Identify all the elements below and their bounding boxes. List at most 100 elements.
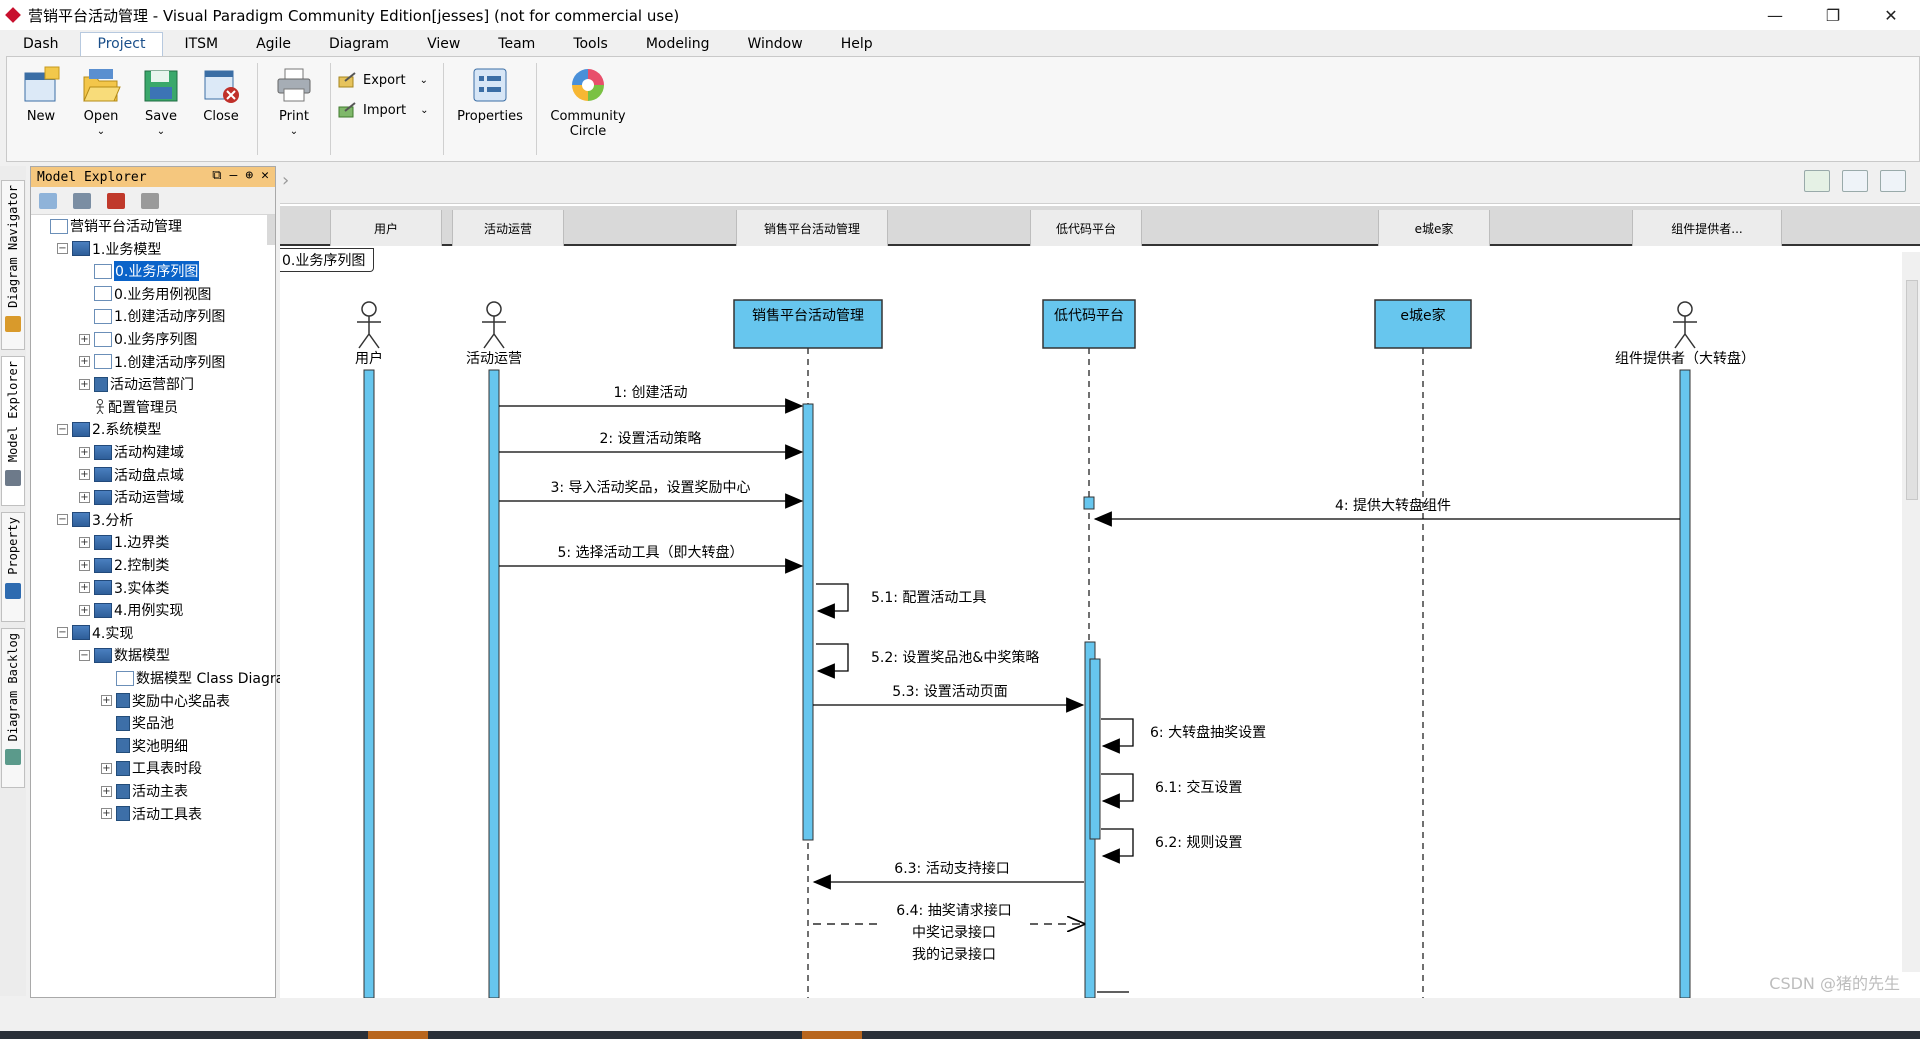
close-window-button[interactable]: ✕	[1862, 0, 1920, 30]
collapse-toggle-icon[interactable]: −	[57, 514, 68, 526]
tree-node[interactable]: + 活动运营部门	[79, 373, 194, 395]
menu-project[interactable]: Project	[79, 32, 164, 56]
expand-toggle-icon[interactable]: +	[79, 604, 90, 616]
pin-panel-icon[interactable]: ⊕	[245, 168, 253, 183]
import-button[interactable]: Import ⌄	[337, 95, 437, 125]
tree-node[interactable]: 奖品池	[101, 712, 174, 734]
menu-view[interactable]: View	[410, 33, 477, 56]
sequence-diagram: 用户 活动运营 组件提供者（大转盘） 销售平台活动管理 低代码平台 e城e家 1: 创建活动…	[355, 299, 1755, 998]
expand-toggle-icon[interactable]: +	[79, 559, 90, 571]
expand-toggle-icon[interactable]: +	[79, 333, 90, 345]
close-project-button[interactable]: Close	[191, 57, 251, 161]
filter-icon[interactable]	[141, 192, 159, 209]
tree-node[interactable]: + 活动主表	[101, 780, 188, 802]
collapse-toggle-icon[interactable]: −	[57, 423, 68, 435]
tree-node[interactable]: +0.业务序列图	[79, 328, 197, 350]
diagram-vertical-scrollbar[interactable]	[1902, 252, 1920, 972]
tree-node[interactable]: − 1.业务模型	[57, 238, 161, 260]
expand-toggle-icon[interactable]: +	[79, 378, 90, 390]
menu-itsm[interactable]: ITSM	[167, 33, 235, 56]
tree-node[interactable]: +4.用例实现	[79, 599, 183, 621]
package-icon	[94, 467, 112, 483]
collapse-toggle-icon[interactable]: −	[57, 627, 68, 639]
tree-node[interactable]: + 活动盘点域	[79, 464, 184, 486]
maximize-button[interactable]: ❐	[1804, 0, 1862, 30]
tree-node[interactable]: + 奖励中心奖品表	[101, 690, 230, 712]
tree-node[interactable]: − 4.实现	[57, 622, 133, 644]
export-button[interactable]: Export ⌄	[337, 65, 437, 95]
collapse-toggle-icon[interactable]: −	[57, 243, 68, 255]
tree-node[interactable]: 配置管理员	[79, 396, 178, 418]
tree-node[interactable]: 1.创建活动序列图	[79, 305, 225, 327]
tree-node[interactable]: + 活动构建域	[79, 441, 184, 463]
expand-toggle-icon[interactable]: +	[101, 695, 112, 707]
explorer-scrollbar[interactable]	[267, 215, 275, 245]
menu-diagram[interactable]: Diagram	[312, 33, 406, 56]
save-button[interactable]: Save ⌄	[131, 57, 191, 161]
tab-property[interactable]: Property	[1, 512, 25, 622]
expand-toggle-icon[interactable]: +	[79, 536, 90, 548]
close-panel-icon[interactable]: ✕	[261, 168, 269, 183]
expand-toggle-icon[interactable]: +	[101, 785, 112, 797]
menu-dash[interactable]: Dash	[6, 33, 76, 56]
tree-node[interactable]: +1.边界类	[79, 531, 169, 553]
export-dropdown-icon[interactable]: ⌄	[420, 75, 428, 86]
menu-tools[interactable]: Tools	[556, 33, 625, 56]
tree-node[interactable]: − 2.系统模型	[57, 418, 161, 440]
new-model-icon[interactable]	[39, 192, 57, 209]
menu-agile[interactable]: Agile	[239, 33, 308, 56]
float-panel-icon[interactable]: ⧉	[212, 168, 221, 183]
explorer-toolbar	[31, 187, 275, 215]
menu-modeling[interactable]: Modeling	[629, 33, 727, 56]
collapse-toggle-icon[interactable]: −	[79, 649, 90, 661]
tree-node[interactable]: − 3.分析	[57, 509, 133, 531]
tree-node[interactable]: 奖池明细	[101, 735, 188, 757]
expand-toggle-icon[interactable]: +	[79, 582, 90, 594]
expand-toggle-icon[interactable]: +	[79, 446, 90, 458]
new-button[interactable]: New	[11, 57, 71, 161]
minimize-button[interactable]: —	[1746, 0, 1804, 30]
menu-help[interactable]: Help	[824, 33, 890, 56]
taskbar-item[interactable]	[802, 1031, 862, 1039]
expand-toggle-icon[interactable]: +	[79, 469, 90, 481]
open-dropdown-icon[interactable]: ⌄	[97, 126, 105, 137]
message-2-label: 2: 设置活动策略	[599, 430, 701, 447]
expand-toggle-icon[interactable]: +	[79, 356, 90, 368]
message-6-2-arrow	[1101, 828, 1134, 864]
tree-node[interactable]: + 工具表时段	[101, 757, 202, 779]
tree-node[interactable]: +1.创建活动序列图	[79, 351, 225, 373]
tree-node[interactable]: 营销平台活动管理	[35, 215, 182, 237]
view-options-icon[interactable]	[73, 192, 91, 209]
properties-button[interactable]: Properties	[450, 57, 530, 161]
tree-node[interactable]: 0.业务用例视图	[79, 283, 211, 305]
tab-model-explorer[interactable]: Model Explorer	[1, 356, 25, 506]
minimize-panel-icon[interactable]: –	[230, 168, 238, 183]
class-icon	[116, 693, 130, 709]
print-dropdown-icon[interactable]: ⌄	[290, 126, 298, 137]
tree-node[interactable]: + 活动运营域	[79, 486, 184, 508]
scrollbar-thumb[interactable]	[1906, 280, 1918, 500]
tree-node[interactable]: 数据模型 Class Diagram	[101, 667, 298, 689]
tree-node[interactable]: +2.控制类	[79, 554, 169, 576]
expand-toggle-icon[interactable]: +	[101, 762, 112, 774]
tab-diagram-backlog[interactable]: Diagram Backlog	[1, 628, 25, 788]
save-dropdown-icon[interactable]: ⌄	[157, 126, 165, 137]
import-dropdown-icon[interactable]: ⌄	[420, 105, 428, 116]
expand-toggle-icon[interactable]: +	[101, 808, 112, 820]
expand-toggle-icon[interactable]: +	[79, 491, 90, 503]
taskbar-item[interactable]	[368, 1031, 428, 1039]
menu-window[interactable]: Window	[731, 33, 820, 56]
tree-node-label: 1.创建活动序列图	[114, 354, 226, 371]
tab-diagram-navigator[interactable]: Diagram Navigator	[1, 180, 25, 350]
menu-team[interactable]: Team	[481, 33, 552, 56]
open-button[interactable]: Open ⌄	[71, 57, 131, 161]
sort-icon[interactable]	[107, 192, 125, 209]
tree-node[interactable]: +3.实体类	[79, 577, 169, 599]
tree-node[interactable]: − 数据模型	[79, 644, 170, 666]
tree-node[interactable]: 0.业务序列图	[79, 260, 200, 282]
community-circle-button[interactable]: Community Circle	[543, 57, 633, 161]
tree-node[interactable]: + 活动工具表	[101, 803, 202, 825]
tree-node-label: 0.业务序列图	[114, 332, 198, 348]
print-button[interactable]: Print ⌄	[264, 57, 324, 161]
package-icon	[94, 489, 112, 505]
